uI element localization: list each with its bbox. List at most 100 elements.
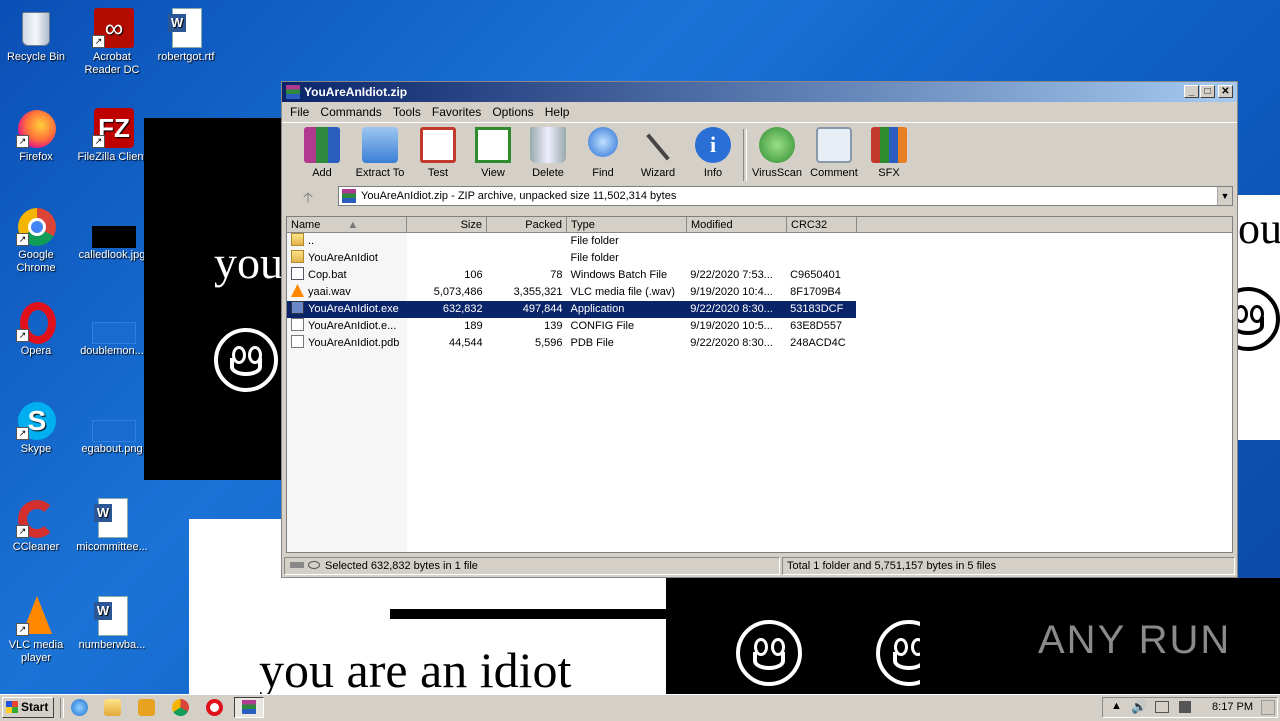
- ie-icon[interactable]: [71, 699, 88, 716]
- popup-text: you: [214, 237, 283, 288]
- desktop-icon-recycle-bin[interactable]: Recycle Bin: [0, 4, 74, 64]
- firefox-icon: ↗: [16, 108, 56, 148]
- cell-crc: 8F1709B4: [790, 286, 841, 298]
- recycle-bin-icon: [16, 8, 56, 48]
- cell-packed: [487, 250, 567, 267]
- maximize-button[interactable]: □: [1200, 85, 1215, 98]
- popup-text: you are an idiot: [259, 642, 572, 694]
- column-name[interactable]: Name ▲: [287, 217, 407, 233]
- view-button[interactable]: View: [465, 127, 521, 179]
- column-type[interactable]: Type: [567, 217, 687, 233]
- minimize-button[interactable]: _: [1184, 85, 1199, 98]
- virus-scan-icon: [759, 127, 795, 163]
- smiley-icon: [736, 620, 802, 686]
- clock[interactable]: 8:17 PM: [1212, 701, 1253, 713]
- desktop-icon-numberwba[interactable]: W numberwba...: [74, 592, 150, 652]
- cell-size: 5,073,486: [433, 286, 483, 298]
- table-row[interactable]: YouAreAnIdiot.exe 632,832 497,844 Applicati…: [287, 301, 856, 318]
- desktop-icon-calledlook[interactable]: calledlook.jpg: [74, 202, 150, 262]
- table-row[interactable]: .. File folder: [287, 233, 856, 250]
- chrome-taskbar-icon[interactable]: [172, 699, 189, 716]
- menu-options[interactable]: Options: [492, 105, 533, 119]
- vlc-icon: ↗: [16, 596, 56, 636]
- shortcut-arrow-icon: ↗: [16, 135, 29, 148]
- desktop-icon-chrome[interactable]: ↗ Google Chrome: [0, 202, 74, 275]
- status-total: Total 1 folder and 5,751,157 bytes in 5 …: [782, 557, 1235, 575]
- up-arrow-icon[interactable]: 🡡: [288, 186, 328, 208]
- cell-crc: [786, 250, 856, 267]
- network-icon[interactable]: [1155, 701, 1169, 713]
- menu-help[interactable]: Help: [545, 105, 570, 119]
- show-desktop-button[interactable]: [1261, 700, 1275, 715]
- table-row[interactable]: Cop.bat 106 78 Windows Batch File 9/22/2020 …: [287, 267, 856, 284]
- popup-black-bottom[interactable]: ANY RUN: [666, 578, 1280, 694]
- word-document-icon: W: [166, 8, 206, 48]
- start-button[interactable]: Start: [2, 697, 54, 718]
- table-row[interactable]: YouAreAnIdiot File folder: [287, 250, 856, 267]
- chrome-icon: ↗: [16, 206, 56, 246]
- desktop-icon-firefox[interactable]: ↗ Firefox: [0, 104, 74, 164]
- shortcut-arrow-icon: ↗: [92, 135, 105, 148]
- smiley-icon: [1238, 287, 1280, 351]
- zip-archive-icon: [342, 189, 356, 203]
- info-button[interactable]: i Info: [685, 127, 741, 179]
- extract-folder-icon: [362, 127, 398, 163]
- desktop-icon-ccleaner[interactable]: ↗ CCleaner: [0, 494, 74, 554]
- close-button[interactable]: ✕: [1218, 85, 1233, 98]
- explorer-folder-icon[interactable]: [104, 699, 121, 716]
- cell-size: 106: [464, 269, 483, 281]
- desktop-icon-micommittee[interactable]: W micommittee...: [74, 494, 150, 554]
- virusscan-button[interactable]: VirusScan: [749, 127, 805, 179]
- column-modified[interactable]: Modified: [687, 217, 787, 233]
- desktop-icon-opera[interactable]: ↗ Opera: [0, 298, 74, 358]
- media-player-icon[interactable]: [138, 699, 155, 716]
- address-field[interactable]: YouAreAnIdiot.zip - ZIP archive, unpacke…: [338, 186, 1233, 206]
- image-file-icon: [92, 400, 136, 442]
- test-button[interactable]: Test: [410, 127, 466, 179]
- column-crc32[interactable]: CRC32: [787, 217, 857, 233]
- title-bar[interactable]: YouAreAnIdiot.zip _ □ ✕: [282, 82, 1237, 102]
- delete-button[interactable]: Delete: [520, 127, 576, 179]
- column-packed[interactable]: Packed: [487, 217, 567, 233]
- cell-size: 189: [464, 320, 483, 332]
- desktop-icon-acrobat[interactable]: ∞ ↗ Acrobat Reader DC: [74, 4, 150, 77]
- column-size[interactable]: Size: [407, 217, 487, 233]
- desktop-icon-vlc[interactable]: ↗ VLC media player: [0, 592, 74, 665]
- add-button[interactable]: Add: [294, 127, 350, 179]
- opera-taskbar-icon[interactable]: [206, 699, 223, 716]
- flag-icon[interactable]: [1179, 701, 1191, 713]
- cell-packed: 497,844: [522, 303, 563, 315]
- table-row[interactable]: YouAreAnIdiot.pdb 44,544 5,596 PDB File 9/22…: [287, 335, 856, 352]
- menu-tools[interactable]: Tools: [393, 105, 421, 119]
- menu-favorites[interactable]: Favorites: [432, 105, 481, 119]
- menu-file[interactable]: File: [290, 105, 309, 119]
- desktop-icon-skype[interactable]: S ↗ Skype: [0, 396, 74, 456]
- exe-file-icon: [291, 301, 304, 314]
- popup-black-left[interactable]: you: [144, 118, 284, 480]
- volume-icon[interactable]: 🔊: [1131, 699, 1147, 715]
- file-list[interactable]: Name ▲ Size Packed Type Modified CRC32 .…: [286, 216, 1233, 553]
- desktop-icon-doublemon[interactable]: doublemon...: [74, 298, 150, 358]
- cell-packed: 139: [544, 320, 563, 332]
- find-button[interactable]: Find: [575, 127, 631, 179]
- winrar-taskbar-icon[interactable]: [234, 697, 264, 718]
- chevron-down-icon[interactable]: ▼: [1217, 187, 1232, 205]
- tray-expand-icon[interactable]: ▲: [1111, 700, 1122, 712]
- file-name: YouAreAnIdiot.exe: [308, 303, 399, 315]
- desktop-icon-egabout[interactable]: egabout.png: [74, 396, 150, 456]
- shortcut-arrow-icon: ↗: [16, 427, 29, 440]
- sfx-button[interactable]: SFX: [861, 127, 917, 179]
- status-selected: Selected 632,832 bytes in 1 file: [325, 560, 478, 572]
- comment-button[interactable]: Comment: [806, 127, 862, 179]
- drive-icon: [290, 562, 304, 568]
- table-row[interactable]: YouAreAnIdiot.e... 189 139 CONFIG File 9/19/…: [287, 318, 856, 335]
- extract-to-button[interactable]: Extract To: [352, 127, 408, 179]
- wizard-button[interactable]: Wizard: [630, 127, 686, 179]
- menu-commands[interactable]: Commands: [320, 105, 381, 119]
- table-row[interactable]: yaai.wav 5,073,486 3,355,321 VLC media file…: [287, 284, 856, 301]
- winrar-window[interactable]: YouAreAnIdiot.zip _ □ ✕ File Commands To…: [281, 81, 1238, 578]
- desktop-icon-robertgot[interactable]: W robertgot.rtf: [148, 4, 224, 64]
- popup-white-right[interactable]: ou: [1238, 195, 1280, 440]
- desktop-icon-filezilla[interactable]: FZ ↗ FileZilla Client: [74, 104, 150, 164]
- file-name: YouAreAnIdiot: [308, 252, 378, 264]
